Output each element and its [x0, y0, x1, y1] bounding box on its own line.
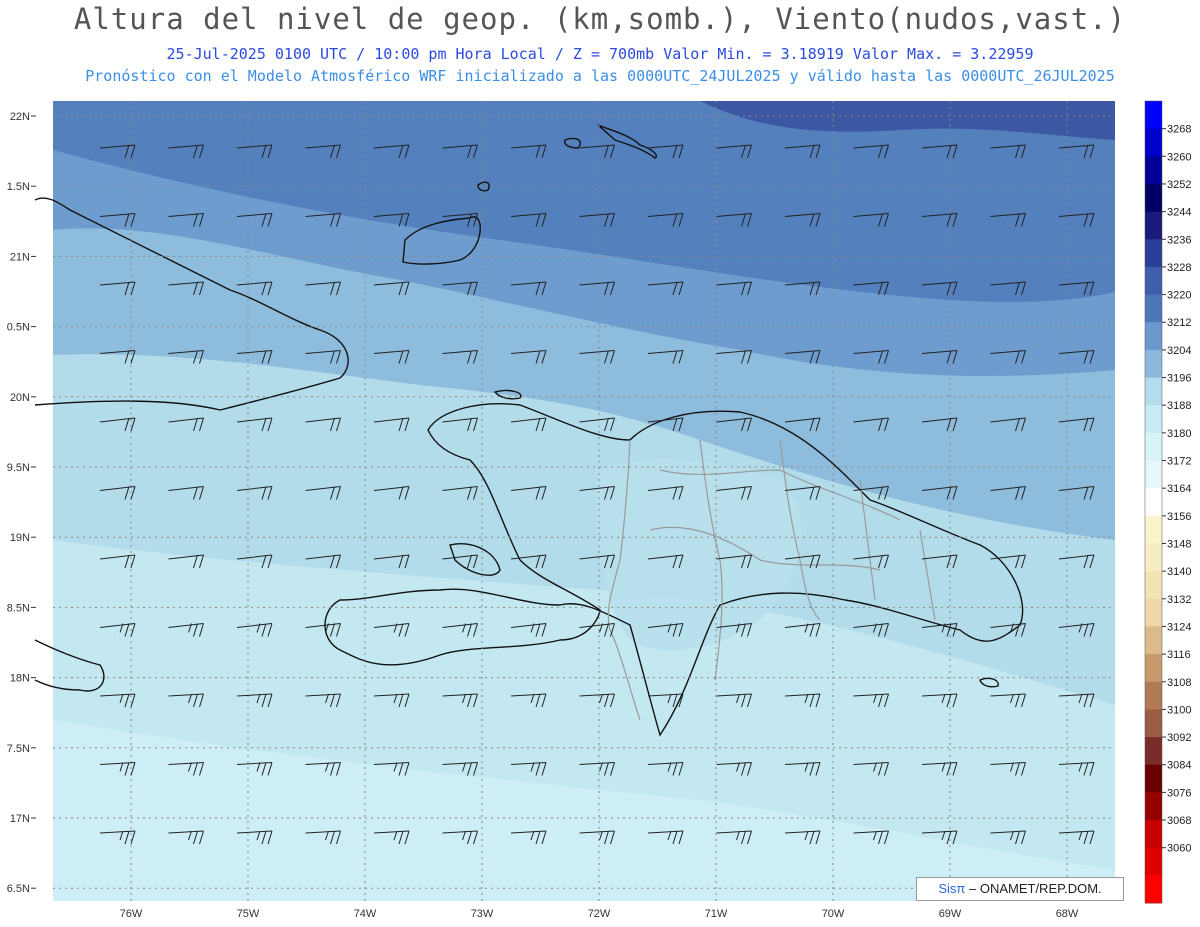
colorbar-label: 3116	[1167, 649, 1191, 661]
colorbar-segment	[1145, 737, 1162, 766]
credit-sis: Sisπ	[938, 881, 966, 896]
colorbar-label: 3220	[1167, 290, 1191, 302]
colorbar-segment	[1145, 101, 1162, 130]
colorbar-segment	[1145, 322, 1162, 351]
colorbar-segment	[1145, 875, 1162, 904]
colorbar-segment	[1145, 432, 1162, 462]
latitude-labels: 22N 1.5N 21N 0.5N 20N 9.5N 19N 8.5N 18N 7.5N 17N 6.…	[7, 111, 36, 895]
colorbar-label: 3244	[1167, 207, 1191, 219]
colorbar-label: 3156	[1167, 511, 1191, 523]
lon-label: 71W	[705, 908, 728, 920]
colorbar-segment	[1145, 349, 1162, 379]
colorbar-segment	[1145, 820, 1162, 849]
colorbar-segment	[1145, 266, 1162, 296]
colorbar-segment	[1145, 294, 1162, 323]
colorbar-label: 3132	[1167, 594, 1191, 606]
colorbar-segment	[1145, 598, 1162, 627]
colorbar: 3268 3260 3252 3244 3236 3228 3220 3212 3204 3196…	[1144, 100, 1191, 904]
forecast-map: 22N 1.5N 21N 0.5N 20N 9.5N 19N 8.5N 18N 7.5N 17N 6.…	[7, 100, 1191, 920]
colorbar-label: 3140	[1167, 566, 1191, 578]
colorbar-label: 3124	[1167, 621, 1191, 633]
colorbar-label: 3236	[1167, 234, 1191, 246]
lat-label: 17N	[10, 813, 30, 825]
colorbar-segment	[1145, 156, 1162, 185]
lon-label: 74W	[354, 908, 377, 920]
colorbar-segment	[1145, 128, 1162, 157]
colorbar-label: 3076	[1167, 787, 1191, 799]
lon-label: 68W	[1056, 908, 1079, 920]
lat-label: 18N	[10, 673, 30, 685]
lat-label: 22N	[10, 111, 30, 123]
lat-label: 20N	[10, 392, 30, 404]
colorbar-label: 3164	[1167, 483, 1191, 495]
colorbar-label: 3204	[1167, 345, 1191, 357]
colorbar-segment	[1145, 654, 1162, 683]
lat-label: 7.5N	[7, 743, 30, 755]
colorbar-label: 3060	[1167, 843, 1191, 855]
colorbar-label: 3100	[1167, 704, 1191, 716]
colorbar-segment	[1145, 543, 1162, 572]
colorbar-label: 3068	[1167, 815, 1191, 827]
credit-org: – ONAMET/REP.DOM.	[968, 881, 1102, 896]
colorbar-segment	[1145, 488, 1162, 517]
colorbar-label: 3212	[1167, 317, 1191, 329]
colorbar-label: 3268	[1167, 124, 1191, 136]
colorbar-label: 3260	[1167, 151, 1191, 163]
colorbar-label: 3172	[1167, 456, 1191, 468]
colorbar-segment	[1145, 460, 1162, 489]
lat-label: 8.5N	[7, 602, 30, 614]
colorbar-segment	[1145, 183, 1162, 213]
colorbar-label: 3196	[1167, 373, 1191, 385]
colorbar-segment	[1145, 709, 1162, 738]
colorbar-segment	[1145, 515, 1162, 544]
lon-label: 69W	[939, 908, 962, 920]
colorbar-segment	[1145, 239, 1162, 268]
colorbar-label: 3252	[1167, 179, 1191, 191]
longitude-labels: 76W 75W 74W 73W 72W 71W 70W 69W 68W	[120, 908, 1079, 920]
colorbar-segment	[1145, 764, 1162, 793]
credit-box: Sisπ – ONAMET/REP.DOM.	[916, 877, 1124, 901]
lat-label: 6.5N	[7, 883, 30, 895]
colorbar-label: 3148	[1167, 538, 1191, 550]
colorbar-segment	[1145, 626, 1162, 655]
colorbar-label: 3180	[1167, 428, 1191, 440]
colorbar-label: 3188	[1167, 400, 1191, 412]
colorbar-label: 3108	[1167, 677, 1191, 689]
colorbar-segment	[1145, 405, 1162, 434]
lon-label: 70W	[822, 908, 845, 920]
colorbar-label: 3228	[1167, 262, 1191, 274]
colorbar-label: 3084	[1167, 760, 1191, 772]
colorbar-segment	[1145, 211, 1162, 240]
colorbar-segment	[1145, 847, 1162, 876]
colorbar-segment	[1145, 571, 1162, 600]
lat-label: 9.5N	[7, 462, 30, 474]
lat-label: 21N	[10, 251, 30, 263]
colorbar-segment	[1145, 792, 1162, 821]
lat-label: 0.5N	[7, 322, 30, 334]
lat-label: 1.5N	[7, 181, 30, 193]
colorbar-label: 3092	[1167, 732, 1191, 744]
map-frame	[53, 101, 1115, 901]
lon-label: 75W	[237, 908, 260, 920]
lat-label: 19N	[10, 532, 30, 544]
colorbar-segment	[1145, 681, 1162, 710]
lon-label: 76W	[120, 908, 143, 920]
lon-label: 73W	[471, 908, 494, 920]
lon-label: 72W	[588, 908, 611, 920]
colorbar-segment	[1145, 377, 1162, 406]
